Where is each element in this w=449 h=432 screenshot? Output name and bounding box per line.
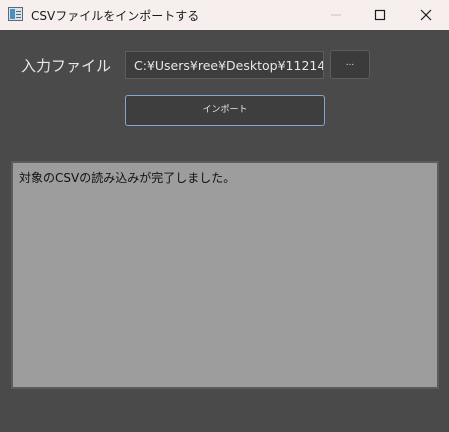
import-button[interactable]: インポート (125, 95, 325, 126)
close-button[interactable] (403, 0, 449, 30)
window-title: CSVファイルをインポートする (31, 9, 200, 23)
app-window: CSVファイルをインポートする 入力ファイル C:¥Users¥ree¥Desk… (0, 0, 449, 432)
minimize-button[interactable] (313, 0, 359, 30)
file-path-input[interactable]: C:¥Users¥ree¥Desktop¥11214_kasu (125, 51, 324, 79)
maximize-icon (374, 9, 386, 21)
app-icon (8, 7, 23, 21)
log-text-area[interactable]: 対象のCSVの読み込みが完了しました。 (11, 161, 439, 389)
maximize-button[interactable] (357, 0, 403, 30)
title-bar[interactable]: CSVファイルをインポートする (0, 0, 449, 30)
input-file-label: 入力ファイル (21, 57, 112, 75)
minimize-icon (331, 14, 341, 16)
close-icon (420, 9, 432, 21)
log-message: 対象のCSVの読み込みが完了しました。 (19, 171, 236, 185)
browse-button[interactable]: ... (330, 50, 370, 79)
